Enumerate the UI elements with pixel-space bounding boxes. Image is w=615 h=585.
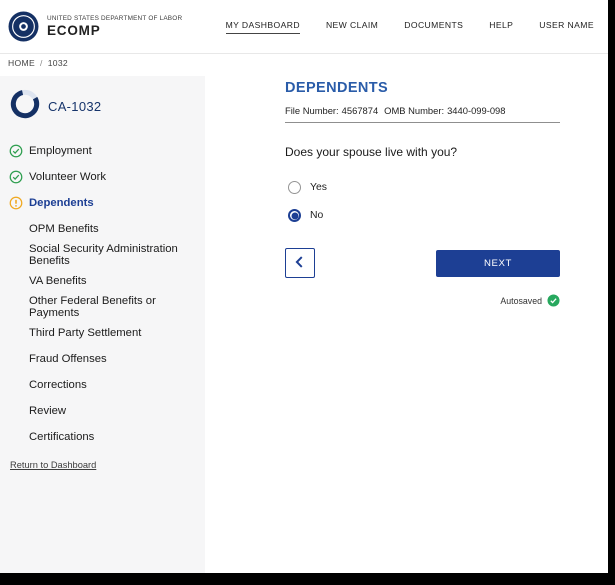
breadcrumb-home[interactable]: HOME — [8, 58, 35, 68]
form-title: CA-1032 — [48, 99, 102, 114]
breadcrumb-separator: / — [39, 58, 43, 68]
agency-name: UNITED STATES DEPARTMENT OF LABOR — [47, 15, 183, 22]
radio-label: No — [310, 210, 324, 221]
form-section-list: Employment Volunteer Work Dependents OPM… — [0, 138, 205, 450]
breadcrumb: HOME / 1032 — [8, 58, 68, 68]
warning-circle-icon — [9, 196, 23, 210]
sidebar-item-label: Other Federal Benefits or Payments — [29, 295, 156, 319]
sidebar-item-corrections[interactable]: Corrections — [0, 372, 205, 398]
sidebar-item-other-federal-benefits[interactable]: Other Federal Benefits or Payments — [0, 294, 205, 320]
check-circle-icon — [9, 144, 23, 158]
sidebar-item-label: VA Benefits — [29, 275, 87, 287]
sidebar-item-ssa-benefits[interactable]: Social Security Administration Benefits — [0, 242, 205, 268]
nav-help[interactable]: HELP — [489, 20, 513, 33]
radio-button-checked[interactable] — [288, 209, 301, 222]
omb-number-value: 3440-099-098 — [447, 105, 506, 116]
nav-my-dashboard[interactable]: MY DASHBOARD — [225, 20, 300, 34]
sidebar-item-certifications[interactable]: Certifications — [0, 424, 205, 450]
file-number-label: File Number: — [285, 105, 339, 116]
sidebar-item-label: Dependents — [29, 197, 94, 209]
sidebar-item-label: Social Security Administration Benefits — [29, 243, 178, 267]
brand-text: UNITED STATES DEPARTMENT OF LABOR ECOMP — [47, 15, 182, 38]
file-number-value: 4567874 — [341, 105, 379, 116]
sidebar-item-label: Employment — [29, 145, 92, 157]
progress-ring-icon — [10, 89, 40, 124]
meta-divider — [285, 122, 560, 123]
form-meta: File Number: 4567874 OMB Number: 3440-09… — [285, 105, 560, 116]
app-name: ECOMP — [47, 23, 101, 38]
autosave-status: Autosaved — [285, 294, 560, 307]
sidebar-item-opm-benefits[interactable]: OPM Benefits — [0, 216, 205, 242]
sidebar-item-label: Fraud Offenses — [29, 353, 107, 365]
omb-number-label: OMB Number: — [384, 105, 445, 116]
radio-label: Yes — [310, 182, 327, 193]
radio-option-yes[interactable]: Yes — [285, 181, 560, 194]
sidebar-item-fraud-offenses[interactable]: Fraud Offenses — [0, 346, 205, 372]
sidebar-item-label: Volunteer Work — [29, 171, 107, 183]
radio-option-no[interactable]: No — [285, 209, 560, 222]
spouse-question: Does your spouse live with you? — [285, 145, 458, 159]
brand-block[interactable]: UNITED STATES DEPARTMENT OF LABOR ECOMP — [8, 11, 182, 42]
nav-new-claim[interactable]: NEW CLAIM — [326, 20, 378, 33]
return-to-dashboard-link[interactable]: Return to Dashboard — [10, 460, 96, 470]
form-actions: NEXT — [285, 248, 560, 278]
nav-user-name[interactable]: USER NAME — [539, 20, 594, 33]
sidebar-item-label: Third Party Settlement — [29, 327, 142, 339]
autosave-check-icon — [547, 294, 560, 307]
spouse-radio-group: Yes No — [285, 181, 560, 222]
form-content: DEPENDENTS File Number: 4567874 OMB Numb… — [285, 80, 560, 307]
ecomp-app-window: UNITED STATES DEPARTMENT OF LABOR ECOMP … — [0, 0, 608, 573]
sidebar-item-review[interactable]: Review — [0, 398, 205, 424]
autosave-label: Autosaved — [500, 295, 542, 306]
sidebar-item-third-party-settlement[interactable]: Third Party Settlement — [0, 320, 205, 346]
radio-button-unchecked[interactable] — [288, 181, 301, 194]
breadcrumb-current: 1032 — [47, 58, 69, 68]
sidebar-item-volunteer-work[interactable]: Volunteer Work — [0, 164, 205, 190]
page-title: DEPENDENTS — [285, 80, 389, 96]
sidebar-item-label: Review — [29, 405, 67, 417]
sidebar-item-employment[interactable]: Employment — [0, 138, 205, 164]
top-header: UNITED STATES DEPARTMENT OF LABOR ECOMP … — [0, 0, 608, 54]
sidebar-item-label: OPM Benefits — [29, 223, 99, 235]
form-progress-header: CA-1032 — [0, 89, 205, 124]
form-sidebar: CA-1032 Employment Volunteer Work Depend… — [0, 76, 205, 573]
chevron-left-icon — [292, 254, 308, 273]
sidebar-item-dependents[interactable]: Dependents — [0, 190, 205, 216]
top-navigation: MY DASHBOARD NEW CLAIM DOCUMENTS HELP US… — [225, 20, 594, 34]
sidebar-item-va-benefits[interactable]: VA Benefits — [0, 268, 205, 294]
sidebar-item-label: Corrections — [29, 379, 87, 391]
back-button[interactable] — [285, 248, 315, 278]
dol-seal-logo — [8, 11, 39, 42]
check-circle-icon — [9, 170, 23, 184]
nav-documents[interactable]: DOCUMENTS — [404, 20, 463, 33]
sidebar-item-label: Certifications — [29, 431, 95, 443]
screenshot-frame: UNITED STATES DEPARTMENT OF LABOR ECOMP … — [0, 0, 615, 585]
next-button[interactable]: NEXT — [436, 249, 560, 277]
